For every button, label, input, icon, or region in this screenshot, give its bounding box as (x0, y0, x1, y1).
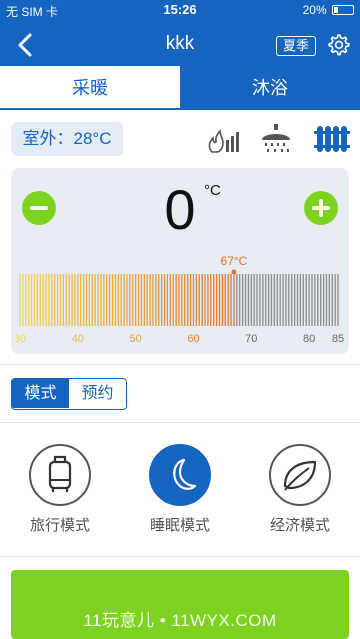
moon-icon (173, 458, 197, 490)
decrease-temp-button[interactable] (22, 191, 56, 225)
outdoor-temperature: 室外：28°C (11, 122, 123, 156)
gauge-current-label: 67°C (221, 254, 248, 268)
gauge-tick-label: 40 (72, 333, 84, 345)
mode-booking-toggle: 模式 预约 (11, 378, 127, 410)
mode-icon-circle (269, 444, 331, 506)
tab-bar: 采暖 沐浴 (0, 66, 360, 110)
tab-booking[interactable]: 预约 (69, 379, 126, 408)
leaf-icon (283, 460, 317, 491)
gauge-tick-label: 60 (187, 333, 199, 345)
sleep-mode-button[interactable]: 睡眠模式 (140, 442, 220, 542)
battery-percent: 20% (302, 3, 327, 17)
watermark-text: 11玩意儿 • 11WYX.COM (83, 611, 277, 630)
tab-mode[interactable]: 模式 (12, 379, 69, 408)
battery-indicator: 20% (303, 3, 354, 17)
temperature-gauge[interactable]: 67°C 30 40 50 60 70 80 85 (16, 246, 346, 346)
divider (0, 422, 360, 423)
gauge-tick-label: 80 (303, 333, 315, 345)
divider (0, 556, 360, 557)
minus-icon (30, 206, 48, 210)
divider (0, 364, 360, 365)
radiator-icon (314, 126, 350, 152)
mode-icon-circle (149, 444, 211, 506)
shower-icon (262, 124, 290, 152)
gauge-marker[interactable] (231, 269, 237, 275)
season-button[interactable]: 夏季 (276, 36, 316, 56)
top-bar: 无 SIM 卡 15:26 20% kkk 夏季 (0, 0, 360, 66)
gauge-tick-label: 85 (332, 333, 344, 345)
gear-icon[interactable] (326, 33, 350, 57)
battery-icon (332, 5, 354, 15)
mode-label: 旅行模式 (29, 517, 90, 534)
target-temperature: 0 (164, 178, 196, 241)
flame-signal-icon (208, 129, 239, 153)
mode-label: 经济模式 (269, 517, 330, 534)
gauge-tick-label: 30 (16, 333, 26, 345)
temperature-unit: °C (204, 182, 221, 199)
increase-temp-button[interactable] (304, 191, 338, 225)
eco-mode-button[interactable]: 经济模式 (260, 442, 340, 542)
travel-mode-button[interactable]: 旅行模式 (20, 442, 100, 542)
tab-bathing[interactable]: 沐浴 (180, 66, 360, 110)
mode-label: 睡眠模式 (149, 517, 210, 534)
status-bar: 无 SIM 卡 15:26 20% (0, 0, 360, 20)
luggage-icon (48, 455, 72, 492)
tab-heating[interactable]: 采暖 (0, 66, 180, 110)
mode-icon-circle (29, 444, 91, 506)
gauge-tick-label: 50 (130, 333, 142, 345)
gauge-tick-label: 70 (245, 333, 257, 345)
